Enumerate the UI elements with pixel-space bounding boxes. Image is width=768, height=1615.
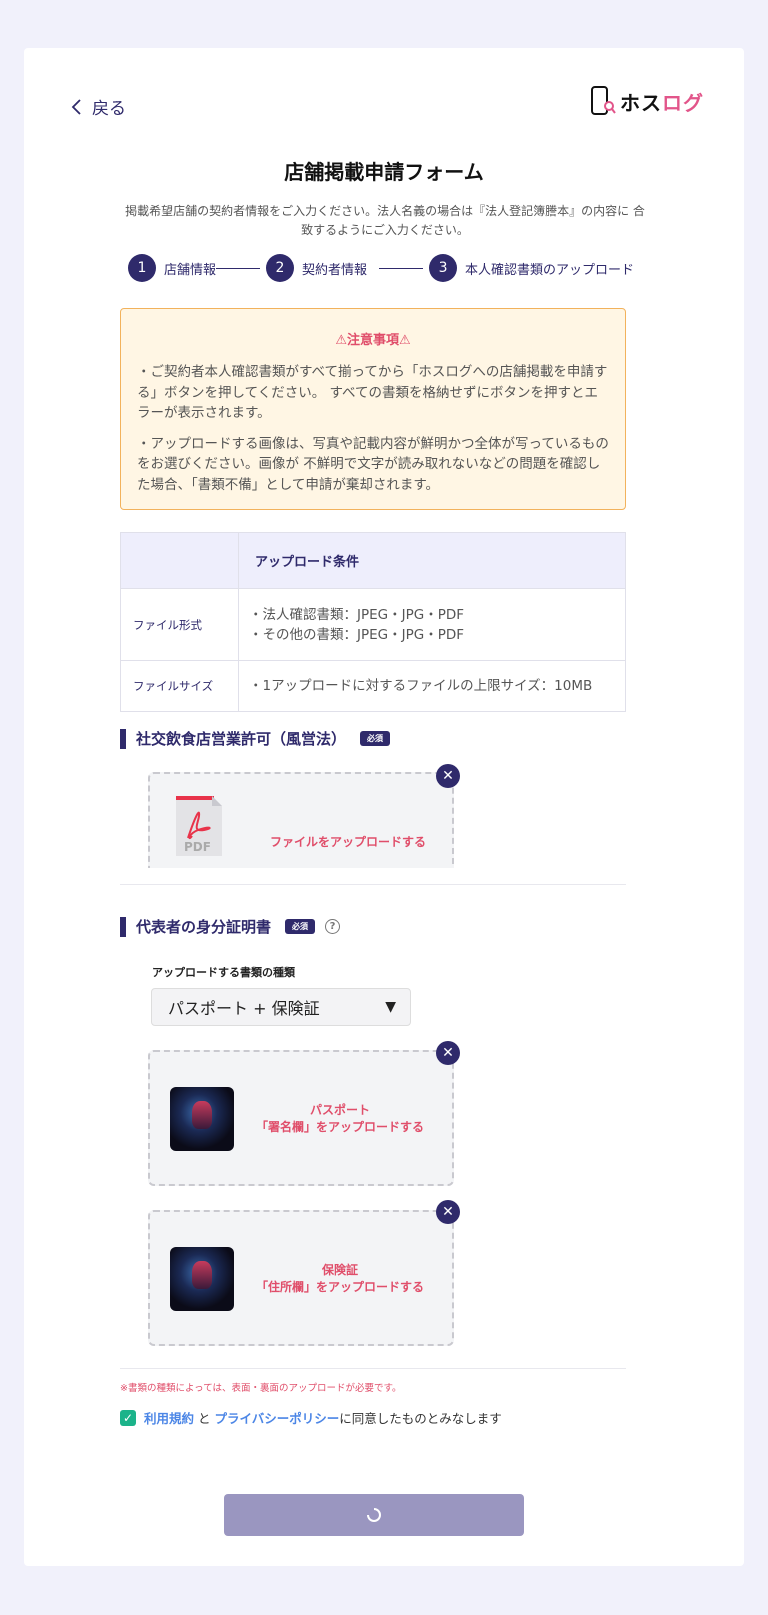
section-id-title: 代表者の身分証明書 必須 ? — [120, 916, 341, 937]
table-row: ファイルサイズ ・1アップロードに対するファイルの上限サイズ：10MB — [120, 660, 626, 712]
step-1-label: 店舗情報 — [164, 262, 217, 278]
step-1-number: 1 — [128, 254, 156, 282]
help-icon[interactable]: ? — [325, 919, 341, 934]
required-badge: 必須 — [285, 919, 316, 934]
select-value: パスポート + 保険証 — [168, 999, 320, 1018]
document-type-label: アップロードする書類の種類 — [152, 966, 295, 979]
notice-box: ⚠注意事項⚠ ・ご契約者本人確認書類がすべて揃ってから「ホスログへの店舗掲載を申… — [120, 308, 626, 510]
page-subtitle: 掲載希望店舗の契約者情報をご入力ください。法人名義の場合は『法人登記簿謄本』の内… — [125, 204, 645, 237]
row-value: ・その他の書類：JPEG・JPG・PDF — [249, 626, 464, 643]
section-divider — [120, 884, 626, 885]
remove-file-button[interactable]: ✕ — [436, 764, 460, 788]
privacy-link[interactable]: プライバシーポリシー — [214, 1408, 339, 1427]
page-title: 店舗掲載申請フォーム — [284, 160, 484, 184]
chevron-left-icon — [71, 98, 81, 115]
terms-link[interactable]: 利用規約 — [144, 1408, 194, 1427]
section-divider — [120, 1368, 626, 1369]
upload-title: パスポート — [309, 1103, 370, 1117]
submit-button[interactable] — [224, 1494, 524, 1536]
back-label: 戻る — [92, 99, 126, 119]
step-connector — [379, 267, 424, 269]
step-connector — [216, 267, 261, 269]
close-icon: ✕ — [442, 1204, 454, 1220]
required-badge: 必須 — [360, 731, 391, 746]
loading-spinner-icon — [367, 1508, 381, 1522]
remove-file-button[interactable]: ✕ — [436, 1200, 460, 1224]
step-3-number: 3 — [429, 254, 458, 282]
agreement-row: ✓ 利用規約 と プライバシーポリシー に同意したものとみなします — [120, 1408, 502, 1427]
table-row: ファイル形式 ・法人確認書類：JPEG・JPG・PDF ・その他の書類：JPEG… — [120, 588, 626, 661]
step-2-number: 2 — [266, 254, 295, 282]
document-type-select[interactable]: パスポート + 保険証 ▼ — [151, 988, 411, 1026]
pdf-file-icon: PDF — [174, 794, 224, 862]
pdf-label: PDF — [184, 840, 211, 854]
step-2-label: 契約者情報 — [302, 262, 368, 278]
agree-text: に同意したものとみなします — [339, 1411, 502, 1426]
section-title-text: 社交飲食店営業許可（風営法） — [136, 730, 347, 748]
close-icon: ✕ — [442, 768, 454, 784]
section-business-license-title: 社交飲食店営業許可（風営法） 必須 — [120, 728, 391, 749]
notice-paragraph: ・ご契約者本人確認書類がすべて揃ってから「ホスログへの店舗掲載を申請する」ボタン… — [137, 364, 608, 421]
remove-file-button[interactable]: ✕ — [436, 1041, 460, 1065]
logo-accent: ログ — [662, 90, 704, 115]
passport-upload-area[interactable]: パスポート 「署名欄」をアップロードする — [148, 1050, 454, 1186]
section-title-text: 代表者の身分証明書 — [136, 918, 272, 936]
form-card: 戻る ホスログ 店舗掲載申請フォーム 掲載希望店舗の契約者情報をご入力ください。… — [24, 48, 744, 1566]
table-header: アップロード条件 — [238, 532, 626, 589]
row-value: ・1アップロードに対するファイルの上限サイズ：10MB — [238, 660, 626, 712]
caret-down-icon: ▼ — [385, 999, 396, 1015]
insurance-thumbnail — [170, 1247, 234, 1311]
row-label: ファイル形式 — [120, 588, 239, 661]
upload-prompt: 「署名欄」をアップロードする — [255, 1120, 424, 1134]
stepper: 1 店舗情報 2 契約者情報 3 本人確認書類のアップロード — [128, 254, 634, 282]
upload-prompt: ファイルをアップロードする — [270, 835, 427, 849]
table-header-row: アップロード条件 — [120, 532, 626, 589]
logo-main: ホス — [620, 90, 662, 115]
upload-conditions-table: アップロード条件 ファイル形式 ・法人確認書類：JPEG・JPG・PDF ・その… — [120, 532, 626, 712]
check-icon: ✓ — [122, 1410, 134, 1425]
back-button[interactable]: 戻る — [70, 94, 126, 119]
logo: ホスログ — [590, 86, 704, 116]
license-upload-area[interactable]: PDF ファイルをアップロードする — [148, 772, 454, 868]
agree-checkbox[interactable]: ✓ — [120, 1409, 136, 1426]
row-value: ・法人確認書類：JPEG・JPG・PDF — [249, 606, 464, 623]
upload-note: ※書類の種類によっては、表面・裏面のアップロードが必要です。 — [120, 1383, 402, 1394]
and-text: と — [194, 1411, 215, 1426]
upload-title: 保険証 — [321, 1263, 358, 1277]
close-icon: ✕ — [442, 1045, 454, 1061]
phone-search-icon — [591, 86, 616, 115]
passport-thumbnail — [170, 1087, 234, 1151]
notice-paragraph: ・アップロードする画像は、写真や記載内容が鮮明かつ全体が写っているものをお選びく… — [137, 435, 609, 493]
notice-title: ⚠注意事項⚠ — [335, 333, 411, 348]
insurance-upload-area[interactable]: 保険証 「住所欄」をアップロードする — [148, 1210, 454, 1346]
row-label: ファイルサイズ — [120, 660, 239, 712]
step-3-label: 本人確認書類のアップロード — [465, 262, 635, 278]
upload-prompt: 「住所欄」をアップロードする — [255, 1280, 424, 1294]
